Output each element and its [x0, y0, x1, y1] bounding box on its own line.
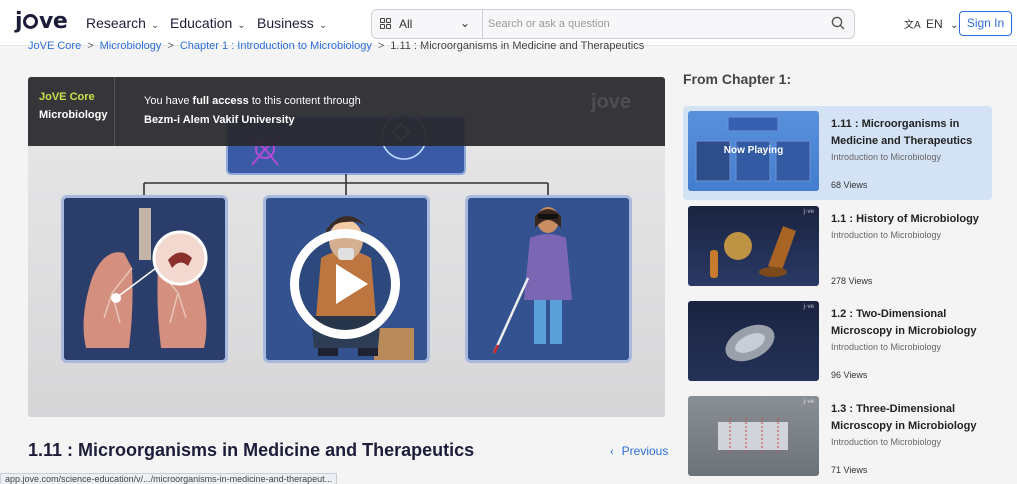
chapter-video-card[interactable]: Now Playing 1.11 : Microorganisms in Medi…	[683, 106, 992, 200]
nav-education-label: Education	[170, 15, 233, 31]
card-title: 1.11 : Microorganisms in Medicine and The…	[831, 118, 973, 147]
search-scope-select[interactable]: All ⌄	[372, 10, 483, 38]
language-label: EN	[926, 17, 943, 31]
chevron-down-icon: ⌄	[950, 20, 959, 31]
chapter-video-card[interactable]: j◦ve 1.1 : History of Microbiology Intro…	[683, 201, 992, 295]
breadcrumb-microbiology[interactable]: Microbiology	[100, 40, 162, 52]
access-banner: JoVE Core Microbiology You have full acc…	[28, 77, 665, 146]
course-tag-line1: JoVE Core	[39, 91, 95, 103]
nav-research-label: Research	[86, 15, 146, 31]
play-button[interactable]	[290, 229, 400, 339]
card-views: 96 Views	[831, 370, 868, 380]
nav-research[interactable]: Research ⌄	[86, 15, 159, 31]
chevron-left-icon: ‹	[610, 446, 614, 458]
search-icon[interactable]	[831, 16, 845, 30]
video-player[interactable]: JoVE Core Microbiology You have full acc…	[28, 77, 665, 417]
play-icon	[336, 264, 368, 304]
page-title: 1.11 : Microorganisms in Medicine and Th…	[28, 440, 475, 460]
video-thumbnail: j◦ve	[688, 396, 819, 476]
course-tag-line2: Microbiology	[39, 109, 108, 121]
search-scope-label: All	[399, 17, 413, 31]
breadcrumb-jove-core[interactable]: JoVE Core	[28, 40, 81, 52]
nav-business[interactable]: Business ⌄	[257, 15, 327, 31]
nav-education[interactable]: Education ⌄	[170, 15, 246, 31]
card-subtitle: Introduction to Microbiology	[831, 437, 942, 447]
translate-icon: 文A	[904, 20, 921, 31]
search-bar: All ⌄	[371, 9, 855, 39]
video-thumbnail: j◦ve	[688, 206, 819, 286]
jove-logo[interactable]: j ve	[15, 9, 68, 34]
chevron-down-icon: ⌄	[318, 20, 328, 31]
chapter-video-card[interactable]: j◦ve 1.3 : Three-Dimensional Microscopy i…	[683, 391, 992, 484]
now-playing-badge: Now Playing	[688, 111, 819, 191]
video-thumbnail: Now Playing	[688, 111, 819, 191]
grid-icon	[380, 18, 392, 30]
previous-label: Previous	[621, 444, 669, 458]
illustration-lungs	[61, 195, 228, 363]
chevron-down-icon: ⌄	[150, 20, 160, 31]
video-thumbnail: j◦ve	[688, 301, 819, 381]
access-suffix: to this content through	[248, 95, 361, 107]
card-views: 68 Views	[831, 180, 868, 190]
sign-in-button[interactable]: Sign In	[959, 11, 1012, 36]
card-subtitle: Introduction to Microbiology	[831, 342, 942, 352]
card-views: 71 Views	[831, 465, 868, 475]
breadcrumb-current: 1.11 : Microorganisms in Medicine and Th…	[390, 40, 645, 52]
card-title: 1.2 : Two-Dimensional Microscopy in Micro…	[831, 308, 977, 337]
chevron-down-icon: ⌄	[237, 20, 246, 31]
card-title: 1.1 : History of Microbiology	[831, 213, 979, 225]
card-subtitle: Introduction to Microbiology	[831, 230, 942, 240]
card-subtitle: Introduction to Microbiology	[831, 152, 942, 162]
logo-ring-icon	[23, 14, 39, 29]
chevron-down-icon: ⌄	[460, 16, 471, 30]
chapter-video-card[interactable]: j◦ve 1.2 : Two-Dimensional Microscopy in …	[683, 296, 992, 390]
card-views: 278 Views	[831, 276, 873, 286]
sidebar-title: From Chapter 1:	[683, 71, 792, 87]
access-message: You have full access to this content thr…	[144, 95, 361, 107]
course-tag: JoVE Core Microbiology	[39, 91, 107, 121]
search-input[interactable]	[488, 15, 808, 33]
card-title: 1.3 : Three-Dimensional Microscopy in Mic…	[831, 403, 977, 432]
access-prefix: You have	[144, 95, 193, 107]
institution-name: Bezm-i Alem Vakif University	[144, 114, 295, 126]
language-selector[interactable]: 文A EN ⌄	[904, 16, 958, 31]
previous-button[interactable]: ‹ Previous	[610, 444, 668, 458]
access-bold: full access	[192, 95, 249, 107]
breadcrumb-chapter[interactable]: Chapter 1 : Introduction to Microbiology	[180, 40, 372, 52]
breadcrumb: JoVE Core > Microbiology > Chapter 1 : Intro…	[28, 40, 645, 52]
status-bar-url: app.jove.com/science-education/v/.../mic…	[0, 473, 338, 484]
illustration-visually-impaired-person	[465, 195, 632, 363]
nav-business-label: Business	[257, 15, 314, 31]
video-watermark-logo: jove	[590, 91, 631, 113]
divider	[114, 77, 115, 146]
